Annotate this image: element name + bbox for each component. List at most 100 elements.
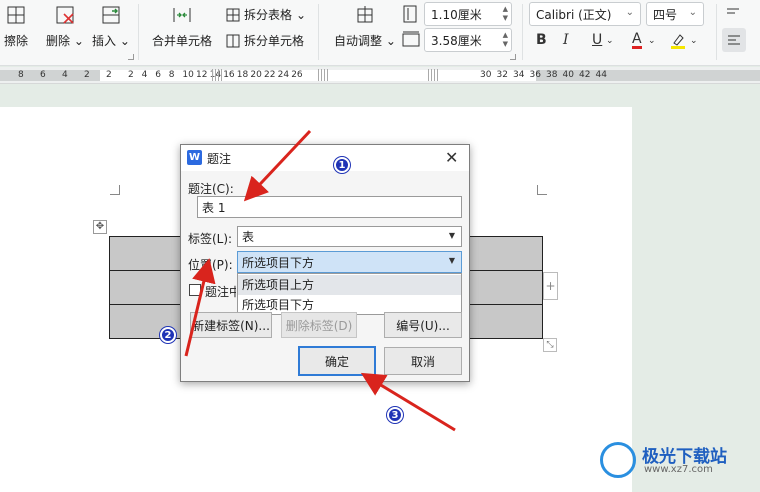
font-color-button[interactable]: A (632, 32, 642, 49)
merge-cells-button[interactable]: 合并单元格 (152, 4, 212, 49)
table-cell[interactable] (469, 270, 543, 305)
ruler-tick-label: 26 (291, 70, 303, 80)
font-size-value: 四号 (653, 7, 678, 22)
col-width-input[interactable]: 3.58厘米 ▲ ▼ (424, 28, 512, 52)
split-table-button[interactable]: 拆分表格 ⌄ (226, 6, 306, 23)
chevron-down-icon: ⌄ (73, 34, 84, 48)
insert-button[interactable]: 插入 ⌄ (92, 4, 130, 49)
ruler-tick-label: 2 (106, 70, 112, 80)
auto-fit-button[interactable]: 自动调整 ⌄ (334, 4, 396, 49)
new-tag-button[interactable]: 新建标签(N)... (190, 312, 272, 338)
delete-table-icon (56, 6, 74, 24)
chevron-down-icon: ⌄ (625, 7, 634, 18)
position-select[interactable]: 所选项目下方 ▼ (237, 251, 462, 273)
dialog-titlebar[interactable]: W 题注 ✕ (181, 145, 469, 171)
horizontal-ruler[interactable]: 8642224681012141618202224263032343638404… (0, 67, 760, 84)
cancel-button[interactable]: 取消 (384, 347, 462, 375)
underline-button[interactable]: U (592, 32, 602, 48)
table-cell[interactable] (109, 270, 181, 305)
ruler-tick-label: 18 (236, 70, 249, 80)
split-cells-label: 拆分单元格 (244, 34, 305, 48)
position-dropdown-list: 所选项目上方 所选项目下方 (237, 273, 462, 315)
ruler-column-handle[interactable] (212, 69, 222, 81)
align-justify-icon (728, 35, 740, 45)
italic-button[interactable]: I (563, 32, 569, 48)
highlight-icon[interactable] (670, 32, 686, 50)
tag-select[interactable]: 表 ▼ (237, 226, 462, 247)
merge-cells-icon (173, 8, 191, 22)
step-badge: 1 (334, 157, 350, 173)
auto-fit-icon (357, 6, 373, 23)
table-resize-icon[interactable]: ⤡ (543, 338, 557, 352)
caption-label: 题注(C): (188, 182, 234, 196)
table-cell[interactable] (109, 236, 181, 271)
spinner-icon[interactable]: ▲ ▼ (503, 5, 508, 23)
insert-label: 插入 (92, 34, 117, 48)
row-height-icon (403, 5, 417, 23)
split-table-label: 拆分表格 (244, 8, 293, 22)
font-name-select[interactable]: Calibri (正文) ⌄ (529, 2, 641, 26)
dropdown-option[interactable]: 所选项目上方 (238, 275, 461, 295)
bold-button[interactable]: B (536, 32, 547, 48)
ruler-tick-label: 30 (480, 70, 492, 80)
position-value: 所选项目下方 (242, 255, 315, 270)
step-badge: 3 (387, 407, 403, 423)
group-launcher-icon[interactable] (128, 54, 134, 60)
ruler-tick-label: 12 (196, 70, 208, 80)
delete-tag-button[interactable]: 删除标签(D) (281, 312, 357, 338)
font-size-select[interactable]: 四号 ⌄ (646, 2, 704, 26)
chevron-down-icon[interactable]: ⌄ (690, 36, 698, 46)
chevron-down-icon: ⌄ (385, 34, 396, 48)
ruler-tick-label: 24 (277, 70, 290, 80)
close-icon[interactable]: ✕ (445, 148, 458, 167)
split-cells-icon (226, 34, 240, 47)
margin-mark (537, 185, 547, 195)
chevron-down-icon[interactable]: ⌄ (606, 36, 614, 46)
ruler-tick-label: 8 (168, 70, 175, 80)
chevron-down-icon: ⌄ (688, 7, 697, 18)
ruler-tick-label: 8 (18, 70, 24, 80)
split-table-icon (226, 8, 240, 21)
step-badge: 2 (160, 327, 176, 343)
delete-button[interactable]: 删除 ⌄ (46, 4, 84, 49)
delete-label: 删除 (46, 34, 71, 48)
watermark: 极光下载站 www.xz7.com (600, 442, 750, 482)
table-cell[interactable] (469, 236, 543, 271)
caption-input[interactable]: 表 1 (197, 196, 462, 218)
align-button[interactable] (722, 28, 746, 52)
chevron-down-icon: ⌄ (119, 34, 130, 48)
ruler-tick-label: 32 (496, 70, 508, 80)
table-move-handle-icon[interactable]: ✥ (93, 220, 107, 234)
align-left-icon[interactable] (726, 6, 740, 18)
group-launcher-icon[interactable] (510, 54, 516, 60)
wps-logo-icon: W (187, 150, 202, 165)
ruler-tick-label: 10 (182, 70, 194, 80)
watermark-url: www.xz7.com (644, 464, 713, 475)
ok-button[interactable]: 确定 (298, 346, 376, 376)
numbering-button[interactable]: 编号(U)... (384, 312, 462, 338)
spinner-icon[interactable]: ▲ ▼ (503, 31, 508, 49)
chevron-down-icon: ⌄ (296, 7, 307, 22)
merge-cells-label: 合并单元格 (152, 34, 213, 48)
erase-button[interactable]: 擦除 (4, 4, 28, 49)
auto-fit-label: 自动调整 (334, 34, 383, 48)
tag-value: 表 (242, 230, 255, 244)
insert-table-icon (102, 6, 120, 24)
add-column-icon[interactable]: + (543, 272, 558, 300)
exclude-label-checkbox[interactable] (189, 284, 201, 296)
ruler-tick-label: 20 (250, 70, 262, 80)
ruler-column-handle[interactable] (428, 69, 438, 81)
exclude-label-text: 题注中 (205, 285, 236, 299)
ruler-tick-label: 2 (84, 70, 90, 80)
ruler-tick-label: 6 (155, 70, 161, 80)
table-cell[interactable] (469, 304, 543, 339)
caret-down-icon: ▼ (448, 231, 455, 240)
ruler-tick-label: 16 (223, 70, 235, 80)
split-cells-button[interactable]: 拆分单元格 (226, 32, 304, 49)
font-name-value: Calibri (正文) (536, 7, 612, 22)
ruler-tick-label: 22 (264, 70, 276, 80)
row-height-input[interactable]: 1.10厘米 ▲ ▼ (424, 2, 512, 26)
chevron-down-icon[interactable]: ⌄ (648, 36, 656, 46)
margin-mark (110, 185, 120, 195)
ruler-column-handle[interactable] (318, 69, 328, 81)
